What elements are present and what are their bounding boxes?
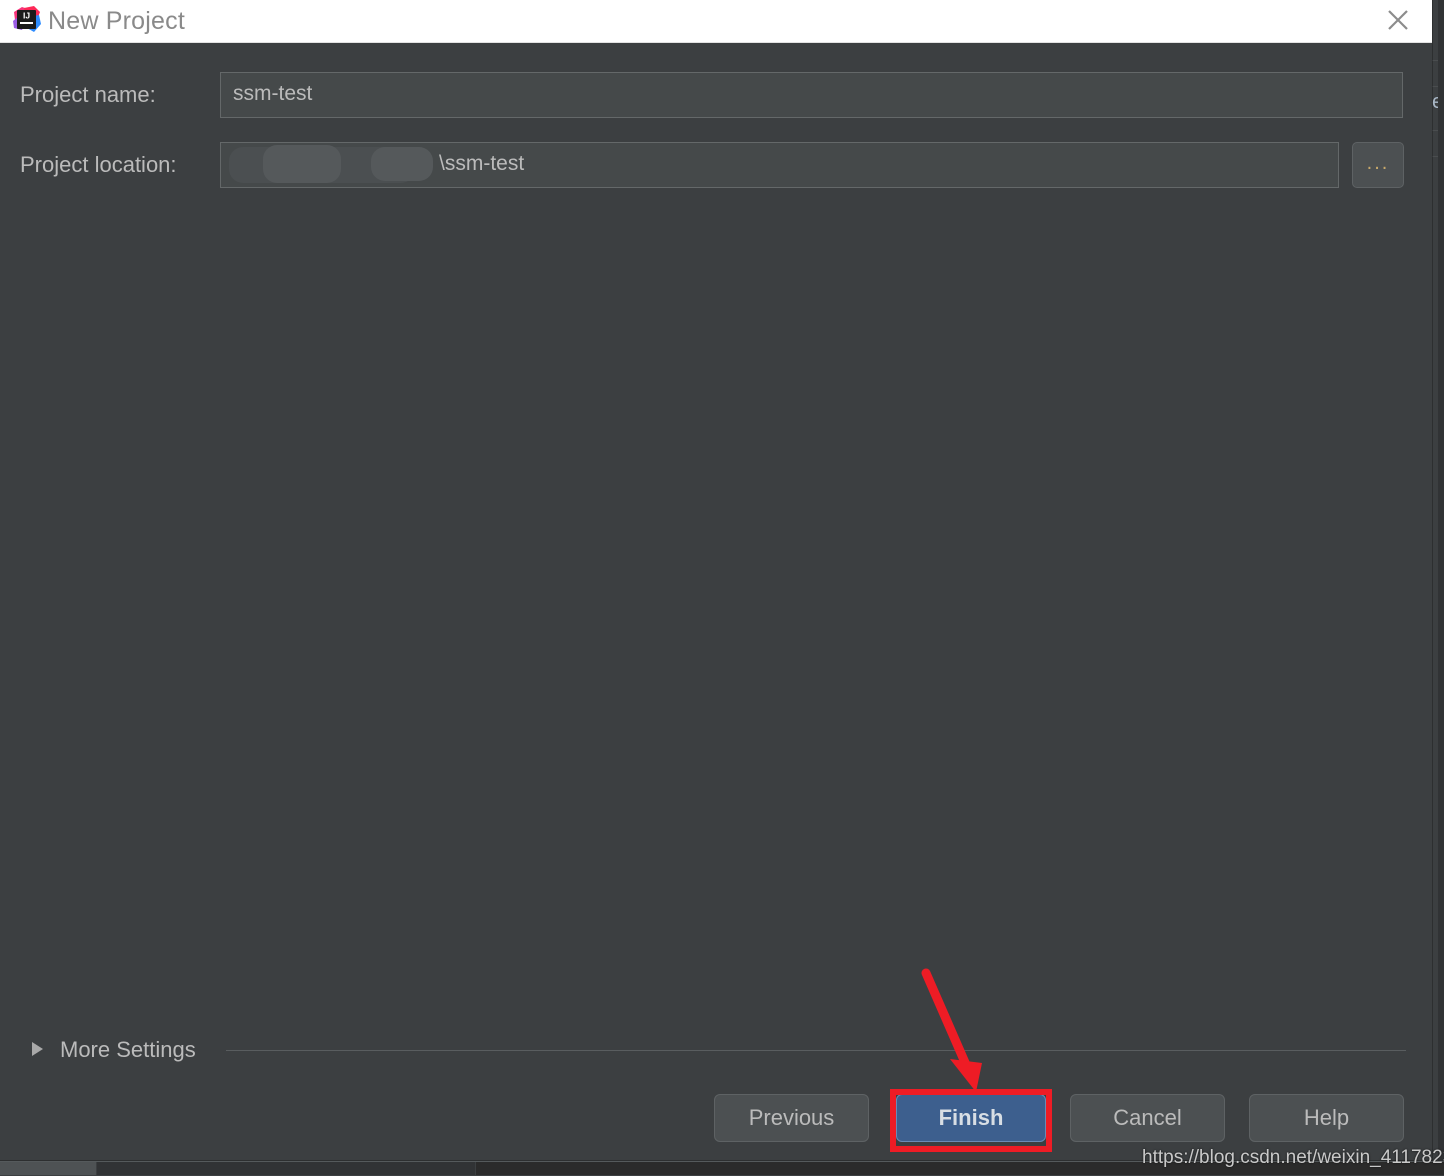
browse-location-button[interactable]: ... xyxy=(1352,142,1404,188)
finish-button[interactable]: Finish xyxy=(896,1094,1046,1142)
project-location-label: Project location: xyxy=(20,152,177,177)
ide-background-right-strip xyxy=(1438,0,1444,1175)
project-location-value: \ssm-test xyxy=(439,152,525,175)
chevron-right-icon[interactable] xyxy=(32,1042,43,1056)
project-name-input[interactable]: ssm-test xyxy=(220,72,1403,118)
close-icon[interactable] xyxy=(1366,0,1430,40)
project-form: Project name: ssm-test Project location:… xyxy=(0,42,1432,1022)
project-location-input[interactable]: \ssm-test xyxy=(220,142,1339,188)
watermark-text: https://blog.csdn.net/weixin_41178230 xyxy=(1142,1147,1444,1168)
section-divider xyxy=(226,1050,1406,1051)
help-button[interactable]: Help xyxy=(1249,1094,1404,1142)
redaction-blur xyxy=(263,145,341,183)
ide-background-tab xyxy=(0,1162,96,1175)
project-name-label: Project name: xyxy=(20,82,156,107)
intellij-idea-icon: IJ xyxy=(12,6,42,36)
more-settings-label: More Settings xyxy=(60,1037,196,1062)
more-settings-section[interactable]: More Settings xyxy=(0,1030,1432,1072)
svg-text:IJ: IJ xyxy=(23,11,30,21)
cancel-button[interactable]: Cancel xyxy=(1070,1094,1225,1142)
dialog-title-bar: IJ New Project xyxy=(0,0,1432,43)
ide-background-tab xyxy=(97,1162,475,1175)
previous-button[interactable]: Previous xyxy=(714,1094,869,1142)
new-project-dialog: IJ New Project Project name: ssm-test Pr… xyxy=(0,0,1432,1160)
redaction-blur xyxy=(371,147,433,181)
dialog-title: New Project xyxy=(48,7,185,35)
